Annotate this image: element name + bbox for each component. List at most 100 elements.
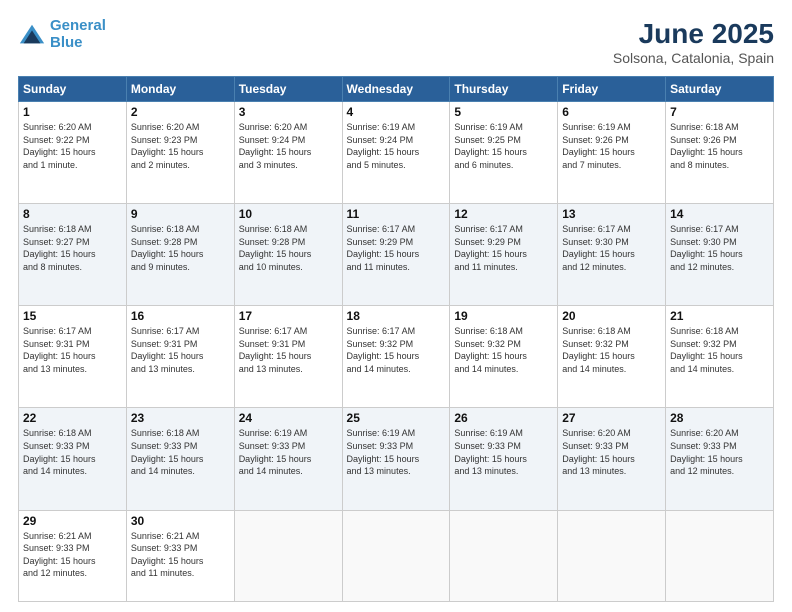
calendar-cell: 30 Sunrise: 6:21 AM Sunset: 9:33 PM Dayli… [126,510,234,601]
calendar-cell: 16 Sunrise: 6:17 AM Sunset: 9:31 PM Dayli… [126,306,234,408]
logo: General Blue [18,18,106,51]
day-number: 20 [562,309,661,323]
day-info: Sunrise: 6:18 AM Sunset: 9:28 PM Dayligh… [239,223,338,273]
calendar-table: SundayMondayTuesdayWednesdayThursdayFrid… [18,76,774,602]
calendar-cell: 19 Sunrise: 6:18 AM Sunset: 9:32 PM Dayli… [450,306,558,408]
calendar-cell: 2 Sunrise: 6:20 AM Sunset: 9:23 PM Daylig… [126,102,234,204]
day-number: 18 [347,309,446,323]
day-info: Sunrise: 6:18 AM Sunset: 9:27 PM Dayligh… [23,223,122,273]
title-block: June 2025 Solsona, Catalonia, Spain [613,18,774,66]
calendar-cell: 1 Sunrise: 6:20 AM Sunset: 9:22 PM Daylig… [19,102,127,204]
day-number: 11 [347,207,446,221]
day-info: Sunrise: 6:18 AM Sunset: 9:32 PM Dayligh… [454,325,553,375]
calendar-cell: 21 Sunrise: 6:18 AM Sunset: 9:32 PM Dayli… [666,306,774,408]
calendar-cell: 24 Sunrise: 6:19 AM Sunset: 9:33 PM Dayli… [234,408,342,510]
calendar-header-saturday: Saturday [666,77,774,102]
day-info: Sunrise: 6:19 AM Sunset: 9:33 PM Dayligh… [347,427,446,477]
day-number: 19 [454,309,553,323]
day-number: 25 [347,411,446,425]
day-number: 29 [23,514,122,528]
day-number: 23 [131,411,230,425]
calendar-cell [666,510,774,601]
calendar-cell: 26Sunrise: 6:19 AM Sunset: 9:33 PM Dayli… [450,408,558,510]
calendar-week-row-5: 29 Sunrise: 6:21 AM Sunset: 9:33 PM Dayli… [19,510,774,601]
calendar-header-wednesday: Wednesday [342,77,450,102]
calendar-cell: 23 Sunrise: 6:18 AM Sunset: 9:33 PM Dayli… [126,408,234,510]
day-number: 3 [239,105,338,119]
day-info: Sunrise: 6:18 AM Sunset: 9:32 PM Dayligh… [562,325,661,375]
day-number: 13 [562,207,661,221]
day-info: Sunrise: 6:18 AM Sunset: 9:33 PM Dayligh… [131,427,230,477]
day-number: 21 [670,309,769,323]
day-info: Sunrise: 6:18 AM Sunset: 9:32 PM Dayligh… [670,325,769,375]
calendar-cell: 14Sunrise: 6:17 AM Sunset: 9:30 PM Dayli… [666,204,774,306]
calendar-cell: 13 Sunrise: 6:17 AM Sunset: 9:30 PM Dayli… [558,204,666,306]
day-number: 1 [23,105,122,119]
day-number: 30 [131,514,230,528]
day-number: 24 [239,411,338,425]
day-info: Sunrise: 6:19 AM Sunset: 9:33 PM Dayligh… [454,427,553,477]
day-number: 16 [131,309,230,323]
day-number: 10 [239,207,338,221]
calendar-cell: 8 Sunrise: 6:18 AM Sunset: 9:27 PM Daylig… [19,204,127,306]
calendar-cell: 10 Sunrise: 6:18 AM Sunset: 9:28 PM Dayli… [234,204,342,306]
page: General Blue June 2025 Solsona, Cataloni… [0,0,792,612]
day-number: 8 [23,207,122,221]
day-info: Sunrise: 6:21 AM Sunset: 9:33 PM Dayligh… [131,530,230,580]
day-info: Sunrise: 6:20 AM Sunset: 9:33 PM Dayligh… [670,427,769,477]
day-number: 4 [347,105,446,119]
calendar-header-tuesday: Tuesday [234,77,342,102]
calendar-cell: 27Sunrise: 6:20 AM Sunset: 9:33 PM Dayli… [558,408,666,510]
day-info: Sunrise: 6:20 AM Sunset: 9:23 PM Dayligh… [131,121,230,171]
logo-general: General [50,17,106,34]
day-info: Sunrise: 6:17 AM Sunset: 9:31 PM Dayligh… [23,325,122,375]
day-info: Sunrise: 6:17 AM Sunset: 9:29 PM Dayligh… [347,223,446,273]
day-info: Sunrise: 6:20 AM Sunset: 9:22 PM Dayligh… [23,121,122,171]
day-info: Sunrise: 6:19 AM Sunset: 9:25 PM Dayligh… [454,121,553,171]
day-info: Sunrise: 6:21 AM Sunset: 9:33 PM Dayligh… [23,530,122,580]
day-info: Sunrise: 6:18 AM Sunset: 9:28 PM Dayligh… [131,223,230,273]
day-info: Sunrise: 6:18 AM Sunset: 9:33 PM Dayligh… [23,427,122,477]
calendar-header-monday: Monday [126,77,234,102]
day-info: Sunrise: 6:17 AM Sunset: 9:31 PM Dayligh… [131,325,230,375]
day-info: Sunrise: 6:19 AM Sunset: 9:24 PM Dayligh… [347,121,446,171]
calendar-cell: 20 Sunrise: 6:18 AM Sunset: 9:32 PM Dayli… [558,306,666,408]
day-number: 28 [670,411,769,425]
calendar-cell: 4 Sunrise: 6:19 AM Sunset: 9:24 PM Daylig… [342,102,450,204]
calendar-cell: 17 Sunrise: 6:17 AM Sunset: 9:31 PM Dayli… [234,306,342,408]
day-info: Sunrise: 6:17 AM Sunset: 9:30 PM Dayligh… [562,223,661,273]
day-number: 17 [239,309,338,323]
day-info: Sunrise: 6:20 AM Sunset: 9:24 PM Dayligh… [239,121,338,171]
calendar-cell [558,510,666,601]
calendar-header-sunday: Sunday [19,77,127,102]
calendar-cell: 11 Sunrise: 6:17 AM Sunset: 9:29 PM Dayli… [342,204,450,306]
logo-blue: Blue [50,35,106,52]
main-title: June 2025 [613,18,774,50]
calendar-cell [450,510,558,601]
calendar-header-row: SundayMondayTuesdayWednesdayThursdayFrid… [19,77,774,102]
calendar-header-thursday: Thursday [450,77,558,102]
subtitle: Solsona, Catalonia, Spain [613,50,774,66]
calendar-cell: 15Sunrise: 6:17 AM Sunset: 9:31 PM Dayli… [19,306,127,408]
calendar-cell: 22Sunrise: 6:18 AM Sunset: 9:33 PM Dayli… [19,408,127,510]
day-number: 2 [131,105,230,119]
calendar-cell: 28 Sunrise: 6:20 AM Sunset: 9:33 PM Dayli… [666,408,774,510]
day-info: Sunrise: 6:19 AM Sunset: 9:33 PM Dayligh… [239,427,338,477]
header: General Blue June 2025 Solsona, Cataloni… [18,18,774,66]
calendar-cell: 9Sunrise: 6:18 AM Sunset: 9:28 PM Daylig… [126,204,234,306]
calendar-week-row-4: 22Sunrise: 6:18 AM Sunset: 9:33 PM Dayli… [19,408,774,510]
day-info: Sunrise: 6:17 AM Sunset: 9:31 PM Dayligh… [239,325,338,375]
day-info: Sunrise: 6:17 AM Sunset: 9:29 PM Dayligh… [454,223,553,273]
day-info: Sunrise: 6:20 AM Sunset: 9:33 PM Dayligh… [562,427,661,477]
day-info: Sunrise: 6:17 AM Sunset: 9:30 PM Dayligh… [670,223,769,273]
calendar-cell: 12Sunrise: 6:17 AM Sunset: 9:29 PM Dayli… [450,204,558,306]
day-info: Sunrise: 6:17 AM Sunset: 9:32 PM Dayligh… [347,325,446,375]
calendar-cell: 25 Sunrise: 6:19 AM Sunset: 9:33 PM Dayli… [342,408,450,510]
calendar-cell: 6 Sunrise: 6:19 AM Sunset: 9:26 PM Daylig… [558,102,666,204]
calendar-week-row-2: 8 Sunrise: 6:18 AM Sunset: 9:27 PM Daylig… [19,204,774,306]
day-info: Sunrise: 6:18 AM Sunset: 9:26 PM Dayligh… [670,121,769,171]
calendar-cell: 29 Sunrise: 6:21 AM Sunset: 9:33 PM Dayli… [19,510,127,601]
day-info: Sunrise: 6:19 AM Sunset: 9:26 PM Dayligh… [562,121,661,171]
day-number: 6 [562,105,661,119]
calendar-cell: 3 Sunrise: 6:20 AM Sunset: 9:24 PM Daylig… [234,102,342,204]
